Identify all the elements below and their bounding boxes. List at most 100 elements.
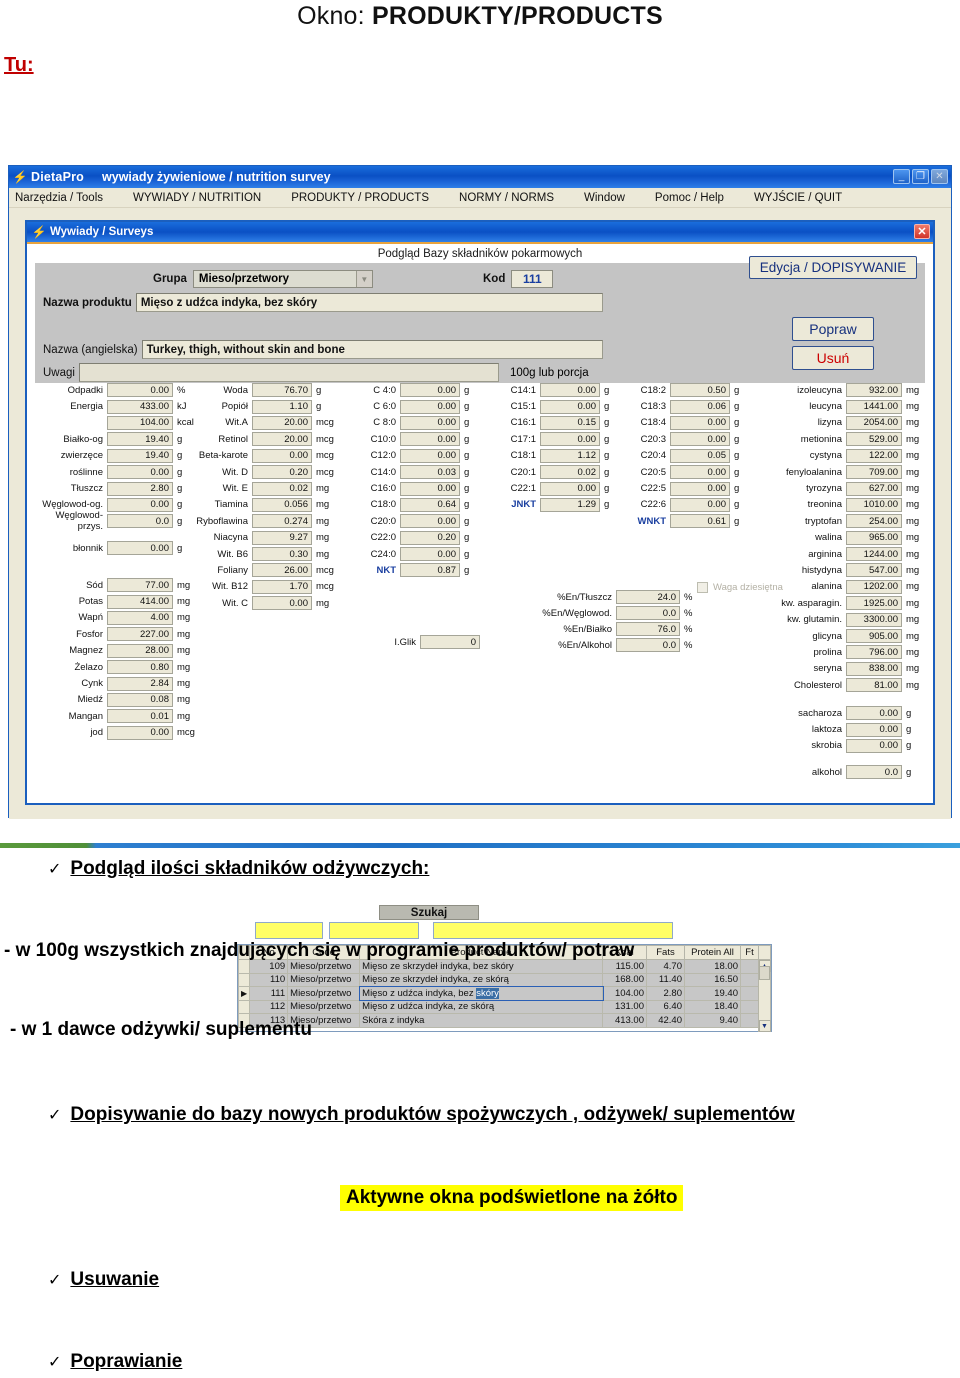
correct-button[interactable]: Popraw	[792, 317, 874, 341]
nutrient-value-field[interactable]: 28.00	[107, 643, 173, 658]
menu-item-help[interactable]: Pomoc / Help	[653, 192, 726, 204]
vertical-scrollbar[interactable]: ▲ ▼	[758, 960, 771, 1032]
nutrient-value-field[interactable]: 2.84	[107, 676, 173, 691]
nutrient-value-field[interactable]: 4.00	[107, 610, 173, 625]
scrollbar-thumb[interactable]	[759, 966, 770, 980]
nutrient-value-field[interactable]: 1244.00	[846, 547, 902, 562]
nutrient-value-field[interactable]: 0.06	[670, 399, 730, 414]
nutrient-value-field[interactable]: 76.0	[616, 622, 680, 636]
search-input-name[interactable]	[433, 922, 673, 939]
nutrient-value-field[interactable]: 122.00	[846, 448, 902, 463]
nutrient-value-field[interactable]: 0.0	[616, 638, 680, 652]
nutrient-value-field[interactable]: 26.00	[252, 563, 312, 578]
english-name-input[interactable]: Turkey, thigh, without skin and bone	[141, 340, 603, 359]
nutrient-value-field[interactable]: 0.00	[400, 481, 460, 496]
nutrient-value-field[interactable]: 3300.00	[846, 612, 902, 627]
nutrient-value-field[interactable]: 529.00	[846, 432, 902, 447]
nutrient-value-field[interactable]: 0.00	[400, 448, 460, 463]
nutrient-value-field[interactable]: 796.00	[846, 645, 902, 660]
nutrient-value-field[interactable]: 0.00	[540, 383, 600, 398]
nutrient-value-field[interactable]: 709.00	[846, 465, 902, 480]
nutrient-value-field[interactable]: 0.274	[252, 514, 312, 529]
nutrient-value-field[interactable]: 0.20	[400, 530, 460, 545]
nutrient-value-field[interactable]: 1.29	[540, 497, 600, 512]
nutrient-value-field[interactable]: 627.00	[846, 481, 902, 496]
nutrient-value-field[interactable]: 0.00	[107, 725, 173, 740]
glycemic-index-value[interactable]: 0	[420, 635, 480, 649]
table-row[interactable]: 110 Mieso/przetwo Mięso ze skrzydeł indyka…	[237, 972, 771, 987]
nutrient-value-field[interactable]: 77.00	[107, 578, 173, 593]
nutrient-value-field[interactable]: 965.00	[846, 530, 902, 545]
minimize-button[interactable]: _	[893, 169, 910, 184]
scroll-down-icon[interactable]: ▼	[758, 1020, 771, 1032]
nutrient-value-field[interactable]: 254.00	[846, 514, 902, 529]
nutrient-value-field[interactable]: 0.00	[107, 465, 173, 480]
nutrient-value-field[interactable]: 0.20	[252, 465, 312, 480]
nutrient-value-field[interactable]: 0.00	[846, 722, 902, 737]
nutrient-value-field[interactable]: 0.00	[400, 415, 460, 430]
nutrient-value-field[interactable]: 0.00	[670, 465, 730, 480]
notes-input[interactable]	[78, 363, 499, 382]
nutrient-value-field[interactable]: 9.27	[252, 530, 312, 545]
nutrient-value-field[interactable]: 0.00	[400, 514, 460, 529]
table-row[interactable]: ▶ 111 Mieso/przetwo Mięso z udźca indyka, b…	[237, 985, 771, 1001]
menu-item-tools[interactable]: Narzędzia / Tools	[13, 192, 105, 204]
nutrient-value-field[interactable]: 0.00	[540, 432, 600, 447]
group-select[interactable]: Mieso/przetwory ▼	[192, 270, 373, 288]
code-field[interactable]: 111	[511, 270, 554, 288]
nutrient-value-field[interactable]: 0.00	[540, 399, 600, 414]
menu-item-nutrition[interactable]: WYWIADY / NUTRITION	[131, 192, 263, 204]
nutrient-value-field[interactable]: 547.00	[846, 563, 902, 578]
nutrient-value-field[interactable]: 0.00	[252, 448, 312, 463]
nutrient-value-field[interactable]: 1202.00	[846, 579, 902, 594]
nutrient-value-field[interactable]: 0.08	[107, 692, 173, 707]
nutrient-value-field[interactable]: 227.00	[107, 627, 173, 642]
nutrient-value-field[interactable]: 0.0	[616, 606, 680, 620]
nutrient-value-field[interactable]: 0.80	[107, 660, 173, 675]
decimal-weight-checkbox[interactable]: Waga dziesiętna	[697, 582, 783, 593]
nutrient-value-field[interactable]: 0.00	[846, 738, 902, 753]
nutrient-value-field[interactable]: 433.00	[107, 399, 173, 414]
nutrient-value-field[interactable]: 0.00	[252, 596, 312, 611]
nutrient-value-field[interactable]: 0.64	[400, 497, 460, 512]
nutrient-value-field[interactable]: 0.87	[400, 563, 460, 578]
nutrient-value-field[interactable]: 19.40	[107, 432, 173, 447]
nutrient-value-field[interactable]: 0.03	[400, 465, 460, 480]
nutrient-value-field[interactable]: 0.01	[107, 709, 173, 724]
nutrient-value-field[interactable]: 2.80	[107, 481, 173, 496]
nutrient-value-field[interactable]: 1925.00	[846, 596, 902, 611]
nutrient-value-field[interactable]: 905.00	[846, 629, 902, 644]
menu-item-norms[interactable]: NORMY / NORMS	[457, 192, 556, 204]
nutrient-value-field[interactable]: 0.30	[252, 547, 312, 562]
nutrient-value-field[interactable]: 0.00	[107, 497, 173, 512]
nutrient-value-field[interactable]: 0.00	[107, 383, 173, 398]
nutrient-value-field[interactable]: 0.00	[670, 481, 730, 496]
nutrient-value-field[interactable]: 20.00	[252, 415, 312, 430]
chevron-down-icon[interactable]: ▼	[355, 271, 372, 287]
nutrient-value-field[interactable]: 0.00	[846, 706, 902, 721]
search-button[interactable]: Szukaj	[379, 905, 479, 920]
nutrient-value-field[interactable]: 0.02	[540, 465, 600, 480]
search-input-code[interactable]	[329, 922, 419, 939]
nutrient-value-field[interactable]: 0.0	[107, 514, 173, 529]
nutrient-value-field[interactable]: 0.61	[670, 514, 730, 529]
nutrient-value-field[interactable]: 0.15	[540, 415, 600, 430]
nutrient-value-field[interactable]: 0.056	[252, 497, 312, 512]
nutrient-value-field[interactable]: 0.00	[400, 399, 460, 414]
nutrient-value-field[interactable]: 0.00	[670, 432, 730, 447]
table-row[interactable]: 113 Mieso/przetwo Skóra z indyka 413.00 42.4…	[237, 1013, 771, 1028]
table-row[interactable]: 112 Mieso/przetwo Mięso z udźca indyka, ze…	[237, 999, 771, 1014]
nutrient-value-field[interactable]: 1.10	[252, 399, 312, 414]
nutrient-value-field[interactable]: 19.40	[107, 448, 173, 463]
menu-item-products[interactable]: PRODUKTY / PRODUCTS	[289, 192, 431, 204]
nutrient-value-field[interactable]: 0.0	[846, 765, 902, 780]
menu-item-window[interactable]: Window	[582, 192, 627, 204]
nutrient-value-field[interactable]: 20.00	[252, 432, 312, 447]
nutrient-value-field[interactable]: 0.00	[107, 541, 173, 556]
nutrient-value-field[interactable]: 0.00	[670, 497, 730, 512]
column-header-fats[interactable]: Fats	[646, 945, 685, 960]
nutrient-value-field[interactable]: 0.05	[670, 448, 730, 463]
nutrient-value-field[interactable]: 1.12	[540, 448, 600, 463]
search-input-no[interactable]	[255, 922, 323, 939]
column-header-ft[interactable]: Ft	[740, 945, 759, 960]
